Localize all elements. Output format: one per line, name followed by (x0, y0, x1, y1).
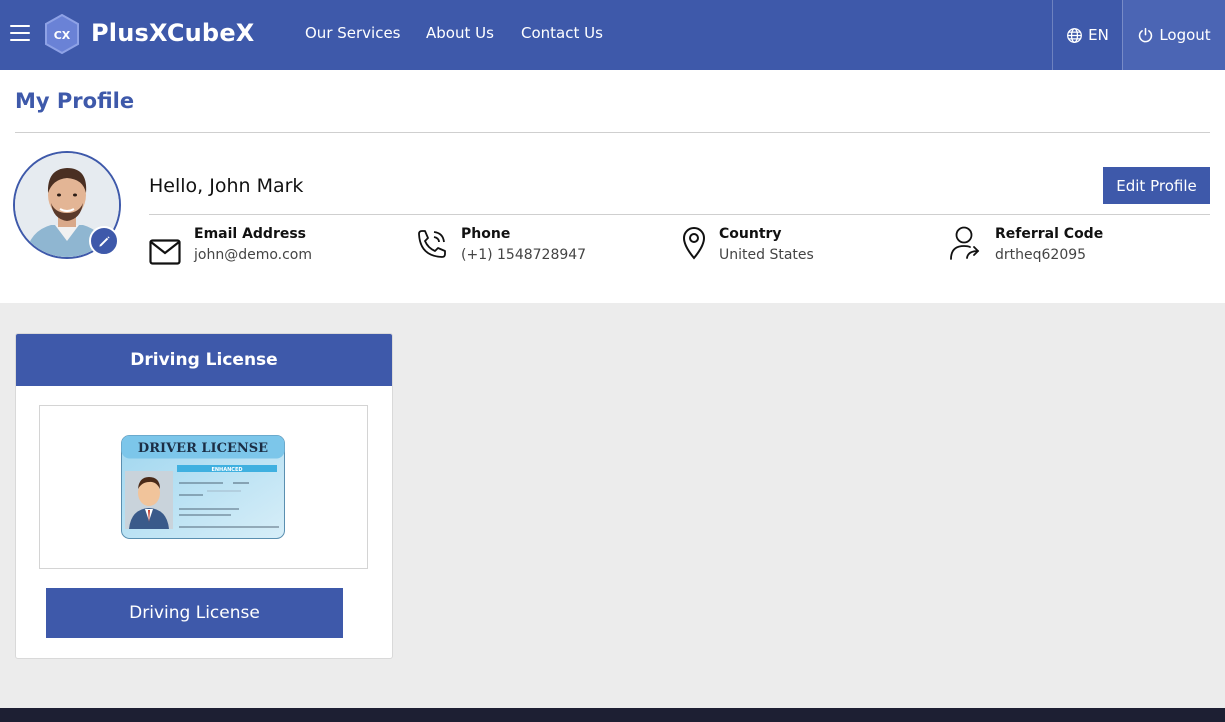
divider (149, 214, 1210, 215)
edit-avatar-button[interactable] (89, 226, 119, 256)
license-subtitle: ENHANCED (211, 467, 242, 473)
user-share-icon (950, 226, 980, 260)
info-referral: Referral Code drtheq62095 (948, 225, 1210, 275)
power-icon (1139, 27, 1153, 42)
driving-license-card: Driving License DRIVER LICENSE ENHANCED (15, 333, 393, 659)
driver-license-image: DRIVER LICENSE ENHANCED (121, 435, 285, 539)
language-selector[interactable]: EN (1052, 0, 1122, 70)
info-email: Email Address john@demo.com (149, 225, 399, 275)
brand-name[interactable]: PlusXCubeX (91, 19, 255, 47)
logout-label: Logout (1159, 26, 1211, 44)
top-navbar: CX PlusXCubeX Our Services About Us Cont… (0, 0, 1225, 70)
info-label: Country (719, 226, 782, 242)
driving-license-button[interactable]: Driving License (46, 588, 343, 638)
info-value: john@demo.com (194, 247, 313, 263)
profile-section: My Profile Hello, John Mark Edit Profile… (0, 70, 1225, 303)
divider (15, 132, 1210, 133)
pencil-icon (98, 235, 110, 247)
edit-profile-button[interactable]: Edit Profile (1103, 167, 1210, 204)
greeting: Hello, John Mark (149, 175, 304, 197)
info-label: Referral Code (995, 226, 1104, 242)
logout-button[interactable]: Logout (1122, 0, 1225, 70)
menu-icon[interactable] (10, 25, 30, 43)
logo-text: CX (54, 29, 71, 42)
info-label: Email Address (194, 226, 307, 242)
license-caption: DRIVER LICENSE (138, 441, 268, 456)
info-value: drtheq62095 (995, 247, 1087, 263)
nav-our-services[interactable]: Our Services (305, 24, 401, 42)
info-value: United States (719, 247, 814, 263)
globe-icon (1067, 27, 1083, 43)
phone-icon (418, 230, 446, 258)
info-country: Country United States (681, 225, 931, 275)
footer (0, 708, 1225, 722)
logo-icon[interactable]: CX (44, 14, 80, 54)
envelope-icon (149, 239, 181, 265)
card-title: Driving License (16, 334, 392, 386)
nav-contact-us[interactable]: Contact Us (521, 24, 603, 42)
location-pin-icon (682, 227, 706, 260)
info-label: Phone (461, 226, 511, 242)
page-title: My Profile (15, 89, 135, 113)
nav-about-us[interactable]: About Us (426, 24, 494, 42)
info-value: (+1) 1548728947 (461, 247, 587, 263)
license-image-frame[interactable]: DRIVER LICENSE ENHANCED (39, 405, 368, 569)
info-phone: Phone (+1) 1548728947 (415, 225, 665, 275)
language-label: EN (1088, 26, 1109, 44)
